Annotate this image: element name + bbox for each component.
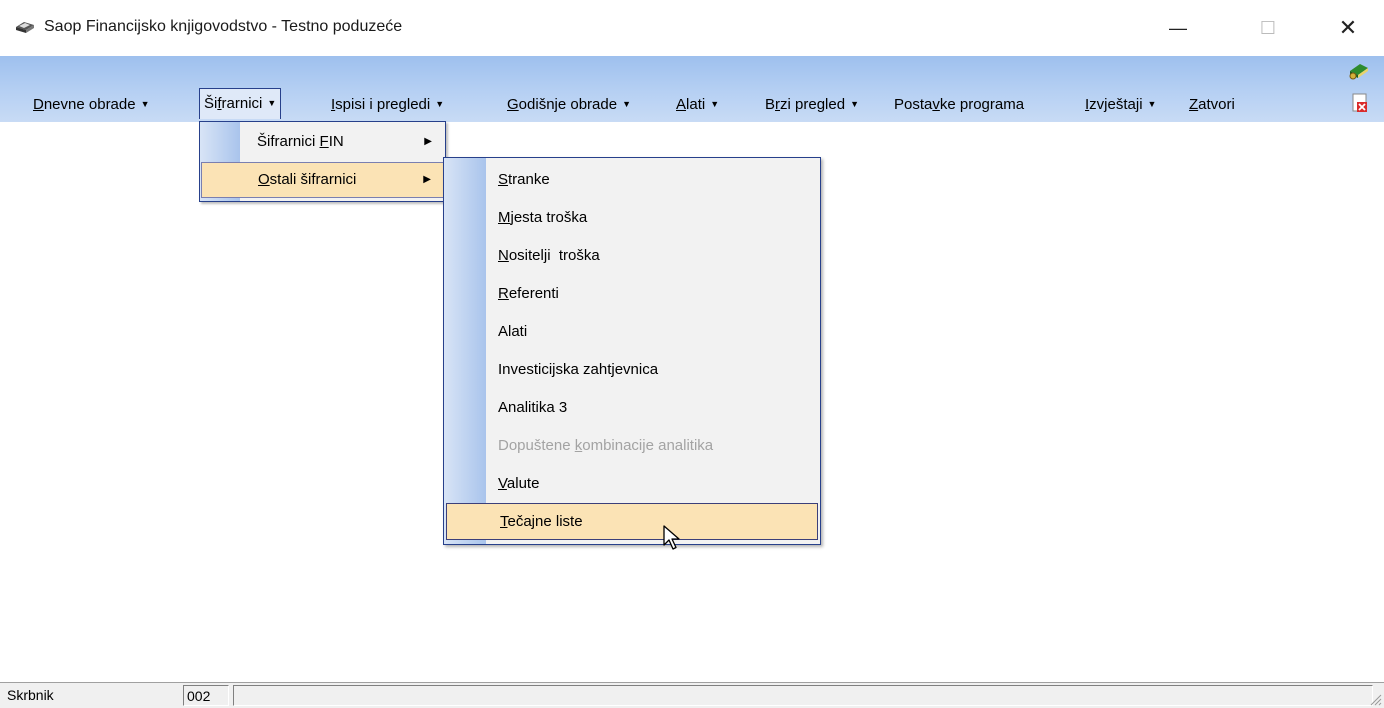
status-message [233,685,1373,706]
close-button[interactable]: ✕ [1326,10,1370,46]
menu-item-sifrarnici-fin[interactable]: Šifrarnici FIN ▶ [201,124,444,160]
title-bar: Saop Financijsko knjigovodstvo - Testno … [0,0,1384,56]
menu-item-dopustene-kombinacije-analitika: Dopuštene kombinacije analitika [498,437,714,454]
dropdown-ostali-sifrarnici: Stranke Mjesta troška Nositelji troška R… [443,157,821,545]
menu-dnevne-obrade[interactable]: Dnevne obrade ▼ [30,94,153,116]
maximize-icon: ☐ [1259,17,1277,38]
menu-item-referenti[interactable]: Referenti [445,276,819,312]
menu-item-tecajne-liste[interactable]: Tečajne liste [446,503,818,540]
submenu-arrow-icon: ▶ [424,136,432,147]
resize-grip-icon[interactable] [1368,692,1382,706]
mouse-cursor-icon [663,525,680,550]
app-icon [16,22,34,33]
menu-sifrarnici[interactable]: Šifrarnici ▼ [199,88,282,119]
menu-godisnje-obrade[interactable]: Godišnje obrade ▼ [504,94,634,116]
menu-alati[interactable]: Alati ▼ [673,94,722,116]
menu-brzi-pregled[interactable]: Brzi pregled ▼ [762,94,862,116]
status-bar: Skrbnik 002 [0,682,1384,708]
dropdown-arrow-icon: ▼ [435,99,445,109]
dropdown-arrow-icon: ▼ [710,99,720,109]
submenu-arrow-icon: ▶ [423,174,431,185]
dropdown-arrow-icon: ▼ [1147,99,1157,109]
menu-item-valute[interactable]: Valute [445,466,819,502]
menu-item-investicijska-zahtjevnica[interactable]: Investicijska zahtjevnica [445,352,819,388]
dropdown-arrow-icon: ▼ [140,99,150,109]
close-icon: ✕ [1338,15,1358,40]
menu-item-mjesta-troska[interactable]: Mjesta troška [445,200,819,236]
maximize-button[interactable]: ☐ [1246,10,1290,46]
menu-zatvori[interactable]: Zatvori [1186,94,1238,116]
menu-item-analitika-3[interactable]: Analitika 3 [445,390,819,426]
menu-postavke-programa[interactable]: Postavke programa [891,94,1027,116]
status-code: 002 [183,685,229,706]
window-title: Saop Financijsko knjigovodstvo - Testno … [44,18,403,35]
menu-item-alati[interactable]: Alati [445,314,819,350]
close-document-icon[interactable] [1350,92,1370,114]
status-user: Skrbnik [7,687,54,703]
dropdown-sifrarnici: Šifrarnici FIN ▶ Ostali šifrarnici ▶ [199,121,446,202]
menu-item-nositelji-troska[interactable]: Nositelji troška [445,238,819,274]
dropdown-arrow-icon: ▼ [622,99,632,109]
books-icon[interactable] [1347,59,1371,81]
menu-izvjestaji[interactable]: Izvještaji ▼ [1082,94,1159,116]
dropdown-arrow-icon: ▼ [850,99,859,109]
minimize-button[interactable]: — [1156,10,1200,46]
dropdown-arrow-icon: ▼ [267,98,277,108]
menu-item-stranke[interactable]: Stranke [445,162,819,198]
menu-ispisi-i-pregledi[interactable]: Ispisi i pregledi ▼ [328,94,447,116]
menu-item-ostali-sifrarnici[interactable]: Ostali šifrarnici ▶ [201,162,444,198]
menu-bar: Dnevne obrade ▼ Šifrarnici ▼ Ispisi i preg… [0,56,1384,122]
minimize-icon: — [1169,17,1187,38]
